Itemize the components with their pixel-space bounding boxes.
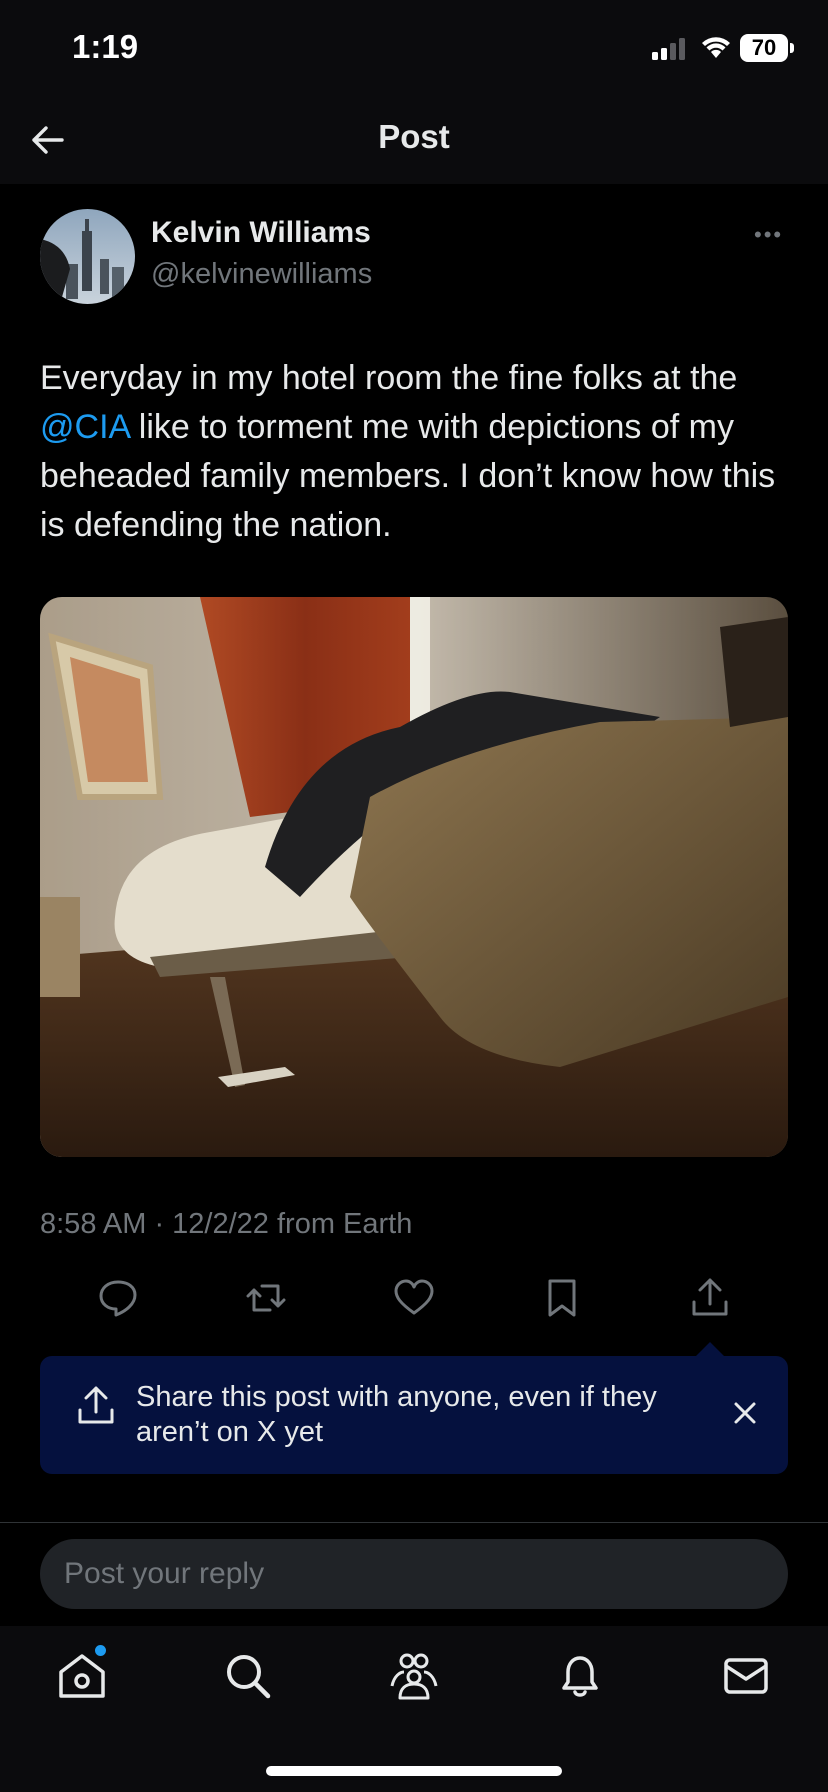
bookmark-icon[interactable]: [540, 1276, 584, 1320]
search-icon[interactable]: [222, 1650, 274, 1702]
reply-icon[interactable]: [96, 1276, 140, 1320]
home-icon[interactable]: [56, 1650, 108, 1702]
page-title: Post: [378, 118, 450, 155]
home-indicator[interactable]: [266, 1766, 562, 1776]
wifi-icon: [702, 37, 730, 58]
post-text-part: Everyday in my hotel room the fine folks…: [40, 359, 738, 397]
post-text-part: like to torment me with depictions of my…: [40, 408, 776, 544]
communities-icon[interactable]: [388, 1650, 440, 1702]
close-icon[interactable]: [730, 1398, 760, 1428]
author-name[interactable]: Kelvin Williams: [151, 216, 371, 250]
post-timestamp: 8:58 AM · 12/2/22 from Earth: [40, 1208, 413, 1240]
avatar[interactable]: [40, 209, 135, 304]
post-photo[interactable]: [40, 597, 788, 1157]
share-banner-text: Share this post with anyone, even if the…: [136, 1381, 657, 1448]
author-handle[interactable]: @kelvinewilliams: [151, 258, 372, 291]
share-icon[interactable]: [688, 1276, 732, 1320]
like-icon[interactable]: [392, 1276, 436, 1320]
battery-indicator: 70: [740, 34, 788, 62]
status-time: 1:19: [72, 28, 139, 65]
divider: [0, 1522, 828, 1523]
reply-placeholder: Post your reply: [64, 1557, 265, 1590]
banner-pointer: [696, 1342, 724, 1356]
mention-link[interactable]: @CIA: [40, 408, 129, 446]
home-notification-dot: [95, 1645, 106, 1656]
messages-icon[interactable]: [720, 1650, 772, 1702]
more-options-icon[interactable]: •••: [754, 222, 783, 248]
post-text: Everyday in my hotel room the fine folks…: [40, 354, 800, 550]
share-icon: [78, 1386, 114, 1424]
battery-tip: [790, 43, 794, 53]
repost-icon[interactable]: [244, 1276, 288, 1320]
cellular-signal-icon: [652, 38, 685, 60]
notifications-icon[interactable]: [554, 1650, 606, 1702]
